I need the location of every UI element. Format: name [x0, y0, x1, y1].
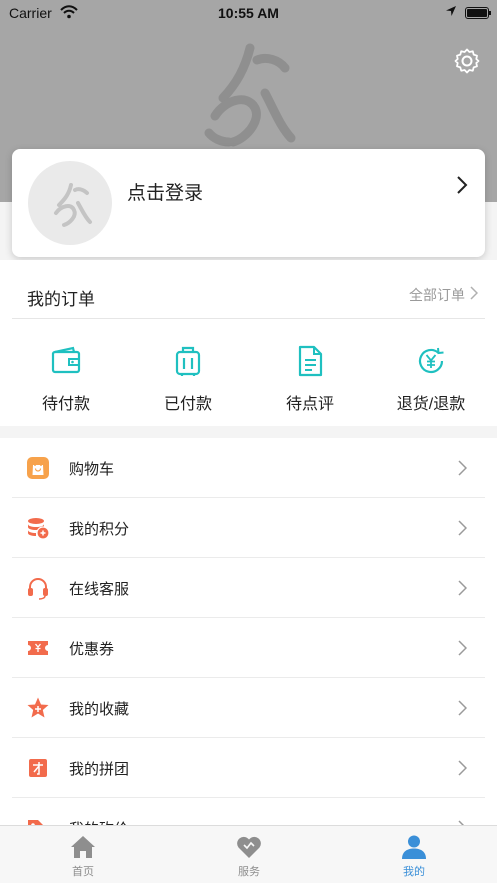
chevron-right-icon: [458, 700, 467, 716]
chevron-right-icon: [458, 760, 467, 776]
star-icon: [27, 697, 49, 718]
menu-item-coupons[interactable]: 优惠券: [0, 618, 497, 678]
avatar-logo-icon: [54, 183, 92, 227]
order-label: 退货/退款: [396, 396, 466, 413]
menu-item-label: 优惠券: [69, 641, 115, 658]
order-to-review[interactable]: 待点评: [248, 344, 372, 424]
status-time: 10:55 AM: [218, 5, 279, 21]
order-pending-payment[interactable]: 待付款: [4, 344, 128, 424]
battery-icon: [465, 7, 491, 19]
order-paid[interactable]: 已付款: [126, 344, 250, 424]
tab-label: 首页: [72, 866, 94, 878]
chevron-right-icon: [458, 460, 467, 476]
shopping-bag-icon: [27, 457, 49, 479]
orders-section: 我的订单 全部订单 待付款 已付款 待点评 退货/退款: [0, 260, 497, 426]
chevron-right-icon: [458, 640, 467, 656]
order-label: 已付款: [163, 396, 212, 413]
orders-title: 我的订单: [27, 290, 95, 309]
chevron-right-icon: [458, 520, 467, 536]
all-orders-link[interactable]: 全部订单: [409, 285, 465, 305]
menu-item-favorites[interactable]: 我的收藏: [0, 678, 497, 738]
settings-gear-icon[interactable]: [453, 47, 481, 75]
tab-mine[interactable]: 我的: [331, 826, 497, 883]
chevron-right-icon[interactable]: [470, 286, 478, 300]
status-bar: Carrier 10:55 AM: [0, 0, 497, 26]
tab-service[interactable]: 服务: [166, 826, 332, 883]
tab-home[interactable]: 首页: [0, 826, 166, 883]
avatar[interactable]: [28, 161, 112, 245]
person-icon: [402, 835, 426, 859]
tab-label: 服务: [238, 866, 260, 878]
location-arrow-icon: [446, 6, 456, 16]
heart-icon: [237, 836, 261, 858]
coupon-icon: [28, 641, 48, 655]
login-prompt[interactable]: 点击登录: [127, 178, 203, 205]
tab-label: 我的: [403, 866, 425, 878]
menu-item-label: 我的积分: [69, 521, 130, 538]
home-icon: [71, 836, 95, 858]
chevron-right-icon[interactable]: [455, 175, 469, 195]
menu-item-label: 我的收藏: [69, 701, 130, 718]
brand-logo-icon: [204, 43, 296, 147]
menu-item-online-service[interactable]: 在线客服: [0, 558, 497, 618]
document-icon: [298, 345, 323, 377]
coins-icon: [28, 518, 50, 540]
divider: [12, 318, 485, 319]
order-refund[interactable]: 退货/退款: [369, 344, 493, 424]
bottom-tab-bar: 首页 服务 我的: [0, 825, 497, 883]
chevron-right-icon: [458, 580, 467, 596]
login-card[interactable]: 点击登录: [12, 149, 485, 257]
wallet-icon: [51, 346, 81, 374]
menu-item-label: 在线客服: [69, 581, 130, 598]
headset-icon: [28, 578, 48, 600]
order-label: 待点评: [285, 396, 334, 413]
menu-item-points[interactable]: 我的积分: [0, 498, 497, 558]
menu-list: 购物车 我的积分 在线客服 优惠券 我的收藏 我的拼团: [0, 438, 497, 838]
yen-refund-icon: [418, 347, 444, 374]
menu-item-label: 我的拼团: [69, 761, 130, 778]
order-label: 待付款: [41, 396, 90, 413]
menu-item-label: 购物车: [69, 461, 115, 478]
luggage-icon: [175, 346, 201, 376]
menu-item-group-buy[interactable]: 我的拼团: [0, 738, 497, 798]
menu-item-shopping-cart[interactable]: 购物车: [0, 438, 497, 498]
group-buy-icon: [29, 759, 47, 777]
